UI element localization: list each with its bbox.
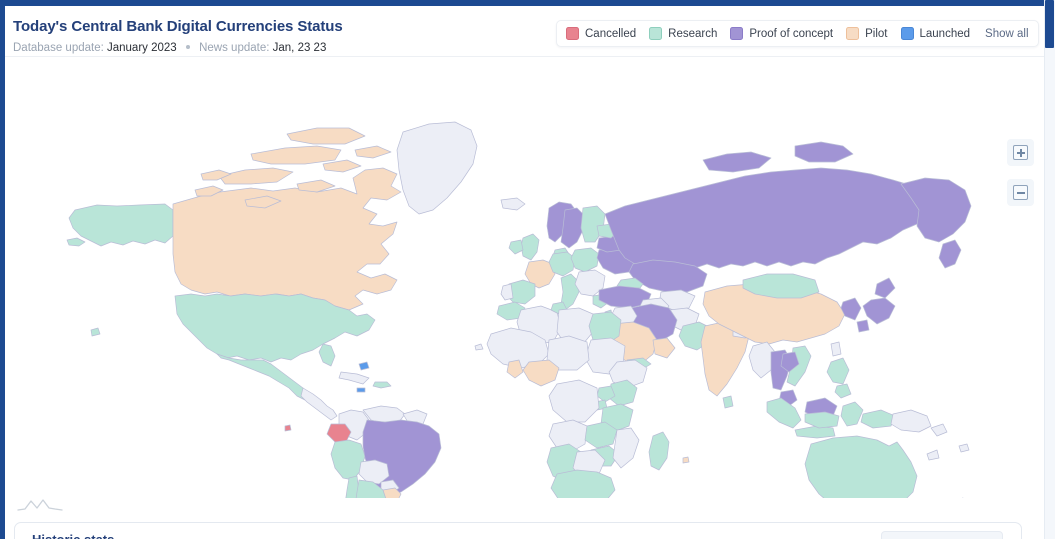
country-papua-new-guinea[interactable] (890, 409, 932, 433)
country-south-africa[interactable] (550, 469, 616, 498)
country-nigeria[interactable] (522, 359, 560, 387)
country-canada-arctic-1[interactable] (218, 167, 294, 185)
country-congo[interactable] (548, 379, 600, 423)
legend-label-launched: Launched (919, 27, 971, 40)
country-ireland[interactable] (508, 239, 524, 255)
country-bahamas[interactable] (358, 361, 370, 371)
country-fiji[interactable] (958, 443, 970, 453)
country-uae-oman[interactable] (652, 337, 676, 359)
country-russia-north-1[interactable] (702, 151, 772, 173)
legend-label-research: Research (668, 27, 718, 40)
country-indonesia-east[interactable] (860, 409, 896, 429)
country-central-america[interactable] (300, 387, 338, 421)
legend-swatch-research (649, 27, 663, 40)
island-mauritius[interactable] (682, 456, 690, 464)
mountain-sparkline-icon (17, 496, 63, 512)
country-chile[interactable] (339, 475, 360, 498)
country-indonesia-borneo-s[interactable] (804, 411, 840, 429)
legend-item-cancelled[interactable]: Cancelled (566, 27, 636, 40)
country-philippines-2[interactable] (834, 383, 852, 399)
app-root: Today's Central Bank Digital Currencies … (0, 0, 1055, 539)
island-galapagos[interactable] (284, 424, 292, 432)
country-mexico[interactable] (216, 353, 310, 401)
map-zoom-out-button[interactable] (1007, 179, 1034, 206)
country-alaska[interactable] (68, 203, 174, 247)
legend-item-research[interactable]: Research (649, 27, 717, 40)
historic-stats-title: Historic stats (32, 532, 114, 539)
country-jamaica[interactable] (356, 387, 366, 393)
country-mozambique[interactable] (612, 427, 640, 469)
cbdc-status-card: Today's Central Bank Digital Currencies … (5, 6, 1044, 516)
news-update-label: News update: (199, 42, 270, 54)
map-zoom-in-button[interactable] (1007, 139, 1034, 166)
country-philippines[interactable] (826, 357, 850, 385)
database-update-value: January 2023 (107, 42, 177, 54)
country-aleutians[interactable] (66, 237, 86, 247)
country-cuba[interactable] (338, 371, 370, 385)
country-australia[interactable] (804, 435, 918, 498)
update-meta: Database update: January 2023 News updat… (13, 42, 326, 54)
country-japan-kyushu[interactable] (856, 319, 870, 333)
country-united-kingdom[interactable] (520, 233, 540, 261)
legend-item-pilot[interactable]: Pilot (846, 27, 888, 40)
country-japan-honshu[interactable] (862, 297, 896, 325)
meta-separator-dot (185, 44, 190, 49)
country-hispaniola[interactable] (372, 381, 392, 389)
country-usa-florida[interactable] (318, 343, 336, 367)
country-taiwan[interactable] (830, 341, 842, 357)
country-russia[interactable] (604, 167, 954, 269)
country-canada-arctic-8[interactable] (322, 159, 362, 173)
minus-square-icon (1013, 185, 1028, 200)
country-japan[interactable] (874, 277, 896, 299)
card-header: Today's Central Bank Digital Currencies … (5, 6, 1044, 57)
legend-item-proof-of-concept[interactable]: Proof of concept (730, 27, 833, 40)
country-russia-kamchatka[interactable] (938, 239, 962, 269)
country-indonesia-sumatra[interactable] (766, 397, 802, 429)
database-update-label: Database update: (13, 42, 104, 54)
country-greenland[interactable] (396, 121, 478, 215)
country-canada-arctic-2[interactable] (250, 145, 342, 165)
country-canada-arctic-3[interactable] (286, 127, 366, 145)
country-madagascar[interactable] (648, 431, 670, 471)
world-map-svg[interactable] (5, 58, 1044, 498)
legend-swatch-launched (900, 27, 914, 40)
country-portugal[interactable] (500, 283, 514, 301)
country-sri-lanka[interactable] (722, 395, 734, 409)
show-all-link[interactable]: Show all (985, 28, 1028, 40)
news-update-value: Jan, 23 23 (272, 42, 327, 54)
historic-stats-control[interactable] (881, 531, 1003, 539)
legend-label-cancelled: Cancelled (585, 27, 637, 40)
country-canada-arctic-9[interactable] (354, 145, 392, 159)
page-title: Today's Central Bank Digital Currencies … (13, 18, 343, 35)
legend-label-proof-of-concept: Proof of concept (749, 27, 834, 40)
island-cape-verde[interactable] (474, 343, 484, 351)
country-poland[interactable] (570, 247, 600, 273)
world-map-container[interactable] (5, 58, 1044, 498)
country-iceland[interactable] (500, 197, 526, 211)
country-indonesia-java[interactable] (794, 425, 836, 439)
page-scrollbar-thumb[interactable] (1045, 0, 1054, 48)
legend-item-launched[interactable]: Launched (900, 27, 971, 40)
island-hawaii[interactable] (90, 327, 101, 337)
plus-square-icon (1013, 145, 1028, 160)
legend-swatch-cancelled (566, 27, 579, 40)
page-scrollbar-track[interactable] (1044, 0, 1055, 539)
country-solomon-islands[interactable] (930, 423, 948, 437)
map-legend: Cancelled Research Proof of concept Pilo… (556, 20, 1039, 47)
historic-stats-panel[interactable]: Historic stats (14, 522, 1022, 539)
country-russia-north-2[interactable] (794, 141, 854, 163)
country-indonesia-sulawesi[interactable] (840, 401, 864, 427)
legend-label-pilot: Pilot (865, 27, 888, 40)
legend-swatch-pilot (846, 27, 860, 40)
map-countries (66, 121, 972, 498)
legend-swatch-proof-of-concept (730, 27, 744, 40)
country-new-caledonia[interactable] (926, 449, 940, 461)
